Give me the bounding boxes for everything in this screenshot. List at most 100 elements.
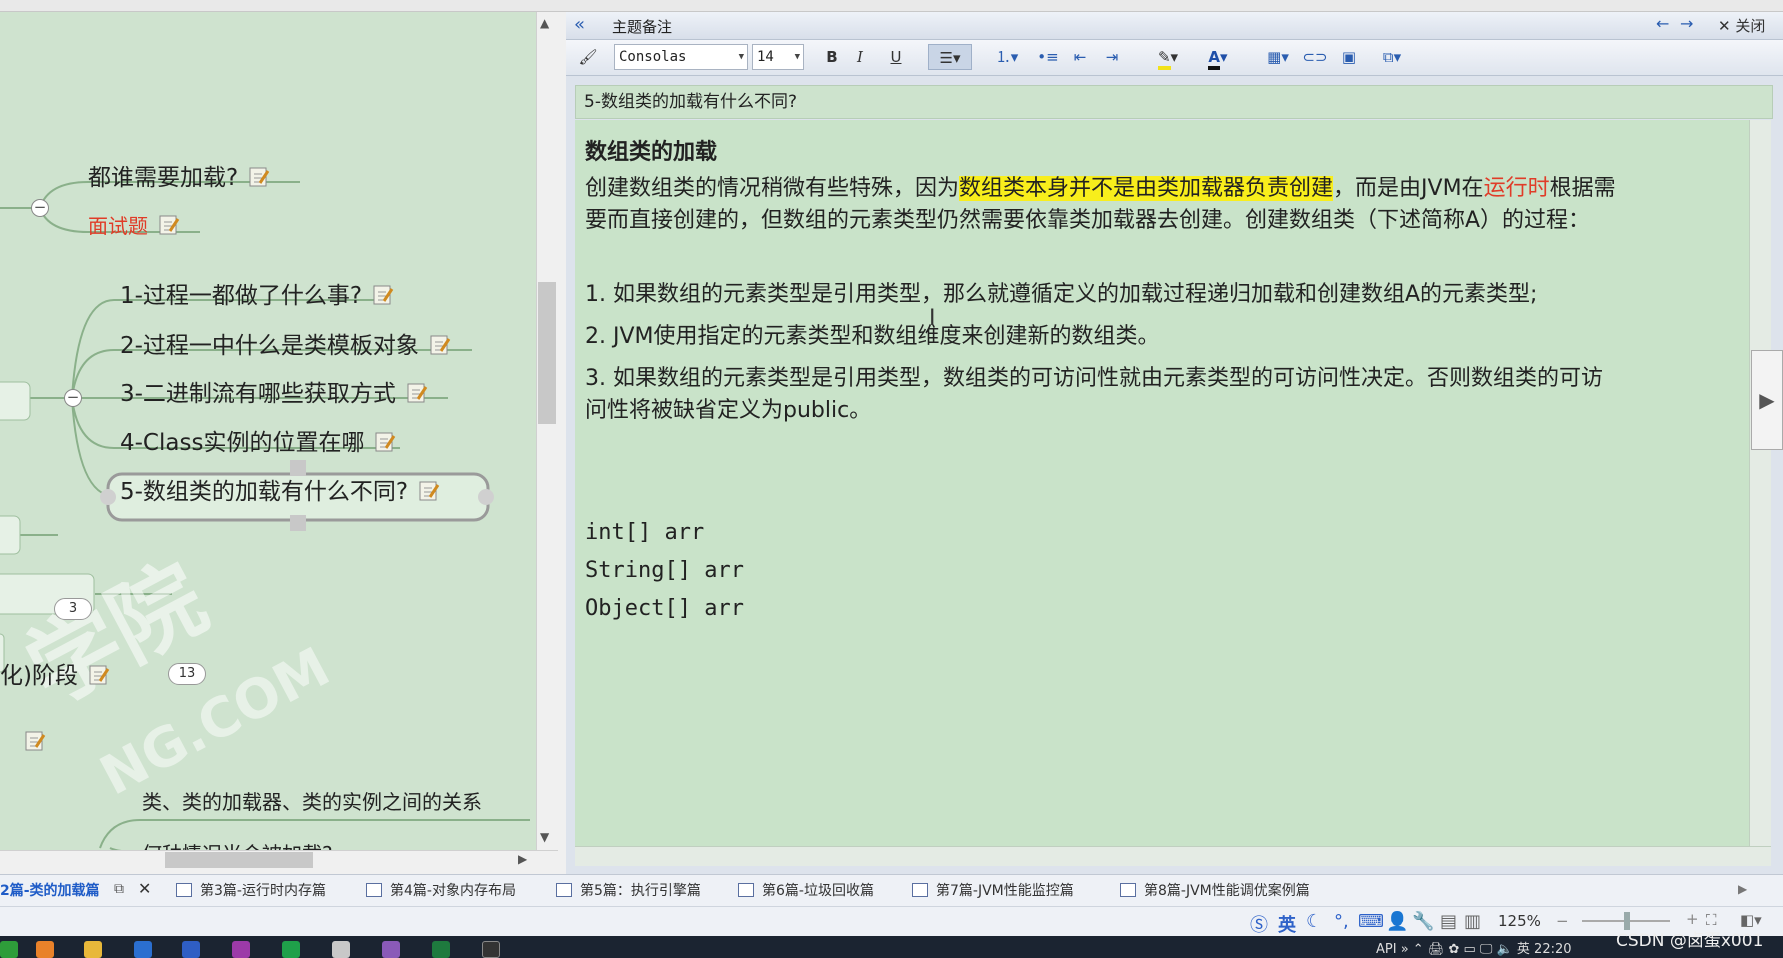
punctuation-icon[interactable]: °, (1334, 911, 1349, 932)
editor-horizontal-scrollbar[interactable] (575, 846, 1771, 866)
app-icon[interactable] (232, 941, 250, 958)
note-subject-field[interactable]: 5-数组类的加载有什么不同? (575, 85, 1773, 119)
indent-icon[interactable]: ⇥ (1100, 44, 1124, 70)
numbered-list-icon[interactable]: ⒈▾ (990, 44, 1024, 70)
topic-array-class-loading[interactable]: 5-数组类的加载有什么不同? (120, 472, 440, 506)
topic-class-template[interactable]: 2-过程一中什么是类模板对象 (120, 326, 451, 360)
outdent-icon[interactable]: ⇤ (1068, 44, 1092, 70)
scroll-down-icon[interactable]: ▼ (540, 830, 549, 844)
collapse-toggle[interactable]: − (31, 199, 49, 217)
tab-runtime-memory[interactable]: 第3篇-运行时内存篇 (176, 880, 326, 902)
topic-who-needs-loading[interactable]: 都谁需要加载? (88, 158, 270, 192)
tray-clock: 22:20 (1534, 942, 1572, 957)
tab-label: 第3篇-运行时内存篇 (200, 883, 326, 899)
tab-scroll-right-icon[interactable]: ▶ (1738, 882, 1747, 896)
excel-icon[interactable] (432, 941, 450, 958)
insert-image-icon[interactable]: ▣ (1336, 44, 1362, 70)
collapse-panel-icon[interactable]: « (574, 14, 585, 35)
note-list-item-continuation: 问性将被缺省定义为public。 (585, 398, 872, 423)
next-topic-icon[interactable]: → (1680, 14, 1693, 33)
app-icon[interactable] (0, 941, 18, 958)
insert-object-icon[interactable]: ⧉▾ (1372, 44, 1412, 70)
expand-side-icon[interactable]: ▶ (1751, 350, 1783, 450)
note-editor[interactable]: 数组类的加载 创建数组类的情况稍微有些特殊，因为数组类本身并不是由类加载器负责创… (575, 120, 1749, 846)
note-icon[interactable] (24, 730, 46, 752)
keyboard-icon[interactable]: ⌨ (1358, 911, 1384, 932)
topic-process-one[interactable]: 1-过程一都做了什么事? (120, 276, 394, 310)
format-painter-icon[interactable]: 🖌 (574, 44, 602, 70)
wrench-icon[interactable]: 🔧 (1412, 911, 1434, 932)
topic-class-loader-relation[interactable]: 类、类的加载器、类的实例之间的关系 (142, 786, 482, 815)
scroll-right-icon[interactable]: ▶ (518, 852, 527, 866)
topic-binary-stream[interactable]: 3-二进制流有哪些获取方式 (120, 374, 428, 408)
zoom-out-icon[interactable]: − (1556, 912, 1569, 930)
note-icon[interactable] (248, 166, 270, 188)
insert-link-icon[interactable]: ⊂⊃ (1302, 44, 1328, 70)
italic-button[interactable]: I (848, 44, 872, 70)
note-icon[interactable] (374, 431, 396, 453)
insert-table-icon[interactable]: ▦▾ (1260, 44, 1296, 70)
app-icon[interactable] (134, 941, 152, 958)
browser-icon[interactable] (36, 941, 54, 958)
close-tab-icon[interactable]: ✕ (138, 879, 151, 898)
tab-class-loading[interactable]: 2篇-类的加载篇 (0, 880, 100, 902)
handle[interactable] (478, 489, 494, 505)
topic-label: 面试题 (88, 214, 148, 238)
underline-button[interactable]: U (884, 44, 908, 70)
align-left-icon[interactable]: ☰▾ (928, 44, 972, 70)
note-paragraph-line: 要而直接创建的，但数组的元素类型仍然需要依靠类加载器去创建。创建数组类（下述简称… (585, 208, 1591, 233)
collapsed-count-badge[interactable]: 13 (168, 663, 206, 685)
ime-logo-icon[interactable]: Ⓢ (1250, 911, 1268, 937)
code-line: int[] arr (585, 520, 705, 545)
note-icon[interactable] (429, 334, 451, 356)
mindmap-vertical-scrollbar[interactable] (536, 12, 558, 850)
moon-icon[interactable]: ☾ (1306, 911, 1322, 932)
folder-icon[interactable] (84, 941, 102, 958)
editor-vertical-scrollbar[interactable] (1749, 120, 1771, 846)
mindmap-vertical-scroll-thumb[interactable] (538, 282, 556, 424)
topic-when-loaded[interactable]: 何种情况当会被加载? (142, 838, 333, 850)
note-icon[interactable] (372, 284, 394, 306)
font-size-select[interactable]: 14 ▼ (752, 44, 804, 70)
terminal-icon[interactable] (482, 941, 500, 958)
bold-button[interactable]: B (820, 44, 844, 70)
view-icon[interactable]: ▤ (1440, 911, 1457, 932)
user-icon[interactable]: 👤 (1386, 911, 1408, 932)
parent-node[interactable] (0, 381, 31, 421)
font-family-select[interactable]: Consolas ▼ (614, 44, 748, 70)
tab-garbage-collection[interactable]: 第6篇-垃圾回收篇 (738, 880, 874, 902)
word-icon[interactable] (182, 941, 200, 958)
tab-object-layout[interactable]: 第4篇-对象内存布局 (366, 880, 516, 902)
note-icon[interactable] (158, 214, 180, 236)
mindmap-canvas[interactable]: 学院 NG.COM 都谁需要加载? 面试题 − 1-过程一都做了什么事? 2-过… (0, 12, 536, 850)
topic-class-instance-location[interactable]: 4-Class实例的位置在哪 (120, 423, 396, 457)
tab-jvm-monitoring[interactable]: 第7篇-JVM性能监控篇 (912, 880, 1074, 902)
app-icon[interactable] (332, 941, 350, 958)
app-icon[interactable] (282, 941, 300, 958)
note-icon[interactable] (418, 480, 440, 502)
bullet-list-icon[interactable]: •≡ (1036, 44, 1060, 70)
ime-language-toggle[interactable]: 英 (1278, 911, 1296, 937)
restore-tab-icon[interactable]: ⧉ (114, 881, 124, 897)
mindmap-horizontal-scroll-thumb[interactable] (165, 852, 313, 868)
font-color-icon[interactable]: A▾ (1198, 44, 1238, 70)
topic-label: 3-二进制流有哪些获取方式 (120, 381, 396, 407)
close-panel-button[interactable]: ✕ 关闭 (1718, 15, 1765, 36)
system-tray[interactable]: API » ⌃ 🖨 ✿ ▭ 🖵 🔈 英 22:20 (1376, 938, 1572, 957)
note-icon[interactable] (88, 664, 110, 686)
note-icon[interactable] (406, 382, 428, 404)
topic-stage[interactable]: 化)阶段 (0, 656, 110, 690)
parent-node[interactable] (0, 515, 21, 555)
page-view-icon[interactable]: ▥ (1464, 911, 1481, 932)
scroll-up-icon[interactable]: ▲ (540, 16, 549, 30)
topic-interview-questions[interactable]: 面试题 (88, 210, 180, 239)
prev-topic-icon[interactable]: ← (1656, 14, 1669, 33)
collapse-toggle[interactable]: − (64, 389, 82, 407)
collapsed-count-badge[interactable]: 3 (54, 598, 92, 620)
app-icon[interactable] (382, 941, 400, 958)
topic-label: 化)阶段 (0, 663, 78, 689)
highlight-color-icon[interactable]: ✎▾ (1148, 44, 1188, 70)
tab-execution-engine[interactable]: 第5篇：执行引擎篇 (556, 880, 701, 902)
tab-jvm-tuning[interactable]: 第8篇-JVM性能调优案例篇 (1120, 880, 1310, 902)
handle[interactable] (100, 489, 116, 505)
